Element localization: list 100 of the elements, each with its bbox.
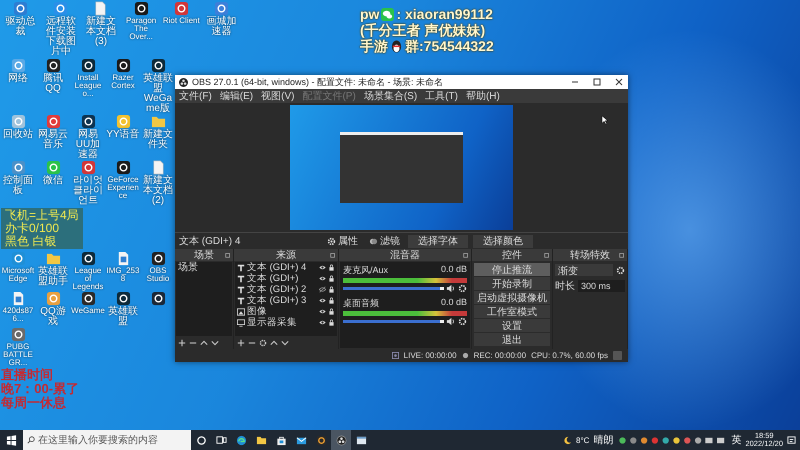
eye-icon[interactable]: [319, 264, 326, 271]
icon-label: Razer Cortex: [110, 74, 136, 90]
undock-icon[interactable]: [463, 252, 469, 258]
eye-icon[interactable]: [319, 275, 326, 282]
app-icon[interactable]: [150, 58, 166, 73]
app-icon[interactable]: [46, 58, 60, 73]
lock-icon[interactable]: [328, 297, 335, 304]
file-icon[interactable]: [150, 160, 166, 175]
icon-label: Microsoft Edge: [1, 267, 35, 283]
source-item[interactable]: 文本 (GDI+) 2: [247, 283, 317, 296]
channel-name: 麦克风/Aux: [343, 264, 388, 277]
notification-icon[interactable]: [787, 436, 796, 444]
chevron-up-icon[interactable]: [270, 339, 278, 347]
icon-label: League of Legends: [72, 267, 104, 291]
app-icon[interactable]: [80, 291, 96, 306]
toolbar-button[interactable]: 滤镜: [366, 234, 403, 248]
lock-icon[interactable]: [328, 275, 335, 282]
eye-icon[interactable]: [319, 308, 326, 315]
app-icon[interactable]: [80, 58, 96, 73]
control-button[interactable]: 设置: [474, 319, 550, 332]
app-icon[interactable]: [116, 58, 130, 73]
taskbar-app[interactable]: [331, 430, 351, 450]
control-button[interactable]: 停止推流: [474, 263, 550, 276]
transition-select[interactable]: 渐变: [555, 264, 613, 276]
toolbar-button[interactable]: 属性: [324, 234, 361, 248]
eye-off-icon[interactable]: [319, 286, 326, 293]
lock-icon[interactable]: [328, 319, 335, 326]
add-icon[interactable]: [237, 339, 245, 347]
settings-icon[interactable]: [458, 317, 467, 326]
lock-icon[interactable]: [328, 264, 335, 271]
undock-icon[interactable]: [330, 252, 336, 258]
temperature: 8°C: [576, 436, 590, 444]
channel-reading: 0.0 dB: [440, 264, 467, 276]
control-button[interactable]: 启动虚拟摄像机: [474, 291, 550, 304]
input-method[interactable]: 英: [731, 433, 742, 447]
chevron-down-icon[interactable]: [211, 339, 219, 347]
schedule-text: 晚7：00-累了: [1, 382, 80, 396]
duration-label: 时长: [555, 280, 575, 293]
scene-item[interactable]: 场景: [176, 262, 232, 273]
icon-label: 画城加速器: [205, 17, 238, 37]
menu-item[interactable]: 帮助(H): [466, 89, 500, 103]
chevron-up-icon[interactable]: [200, 339, 208, 347]
app-icon[interactable]: [80, 251, 96, 266]
app-icon: [316, 434, 326, 446]
settings-icon[interactable]: [616, 266, 625, 274]
maximize-icon[interactable]: [592, 77, 602, 87]
app-icon[interactable]: [134, 1, 149, 16]
start-icon[interactable]: [6, 434, 17, 446]
eye-icon[interactable]: [319, 319, 326, 326]
info-text: 黑色 白银: [5, 235, 58, 248]
broadcast-icon: [392, 352, 399, 359]
source-item[interactable]: 文本 (GDI+): [247, 272, 317, 285]
settings-icon[interactable]: [259, 339, 267, 347]
duration-field[interactable]: 300 ms: [578, 280, 625, 292]
control-button[interactable]: 工作室模式: [474, 305, 550, 318]
app-icon[interactable]: [116, 160, 130, 175]
icon-label: IMG_2538: [106, 267, 140, 283]
control-button[interactable]: 退出: [474, 333, 550, 346]
chevron-down-icon[interactable]: [281, 339, 289, 347]
icon-label: QQ游戏: [39, 307, 67, 327]
speaker-icon[interactable]: [446, 284, 455, 293]
source-item[interactable]: 显示器采集: [247, 316, 317, 329]
menu-item[interactable]: 视图(V): [261, 89, 294, 103]
menu-item[interactable]: 场景集合(S): [364, 89, 418, 103]
undock-icon[interactable]: [619, 252, 625, 258]
eye-icon[interactable]: [319, 297, 326, 304]
app-icon[interactable]: [150, 291, 166, 306]
speaker-icon[interactable]: [446, 317, 455, 326]
source-item[interactable]: 文本 (GDI+) 4: [247, 261, 317, 274]
control-button[interactable]: 开始录制: [474, 277, 550, 290]
toolbar-button[interactable]: 选择字体: [408, 234, 468, 248]
close-icon[interactable]: [614, 77, 624, 87]
app-icon[interactable]: [116, 291, 130, 306]
gear-icon: [327, 236, 336, 246]
menu-item[interactable]: 编辑(E): [220, 89, 254, 103]
settings-icon[interactable]: [458, 284, 467, 293]
moon-icon: [563, 436, 572, 444]
icon-label: 回收站: [3, 130, 33, 140]
icon-label: 新建文本文档 (3): [84, 17, 117, 47]
lock-icon[interactable]: [328, 308, 335, 315]
filter-icon: [369, 236, 378, 246]
menu-item[interactable]: 工具(T): [425, 89, 458, 103]
menu-item[interactable]: 文件(F): [179, 89, 212, 103]
icon-label: YY语音: [106, 130, 140, 140]
file-icon[interactable]: [93, 1, 108, 16]
icon-label: 网络: [8, 74, 28, 84]
lock-icon[interactable]: [328, 286, 335, 293]
icon-label: 网易云音乐: [37, 130, 69, 150]
toolbar-button[interactable]: 选择颜色: [473, 234, 533, 248]
source-item[interactable]: 文本 (GDI+) 3: [247, 294, 317, 307]
source-name: 文本 (GDI+) 4: [179, 234, 242, 248]
undock-icon[interactable]: [225, 252, 231, 258]
cursor-icon: [601, 115, 608, 125]
source-item[interactable]: 图像: [247, 305, 317, 318]
app-icon[interactable]: [80, 114, 96, 129]
undock-icon[interactable]: [544, 252, 550, 258]
app-icon[interactable]: [150, 251, 166, 266]
task-view-icon: [216, 434, 226, 446]
add-icon[interactable]: [178, 339, 186, 347]
icon-label: 英雄联盟: [107, 307, 139, 327]
